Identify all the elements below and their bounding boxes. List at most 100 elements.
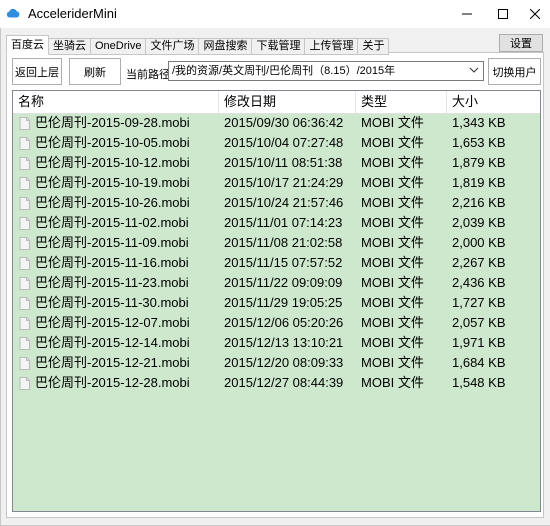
file-type: MOBI 文件 <box>361 235 424 250</box>
refresh-button[interactable]: 刷新 <box>69 58 121 85</box>
file-size: 1,971 KB <box>452 335 506 350</box>
file-name: 巴伦周刊-2015-11-30.mobi <box>35 295 189 310</box>
file-name: 巴伦周刊-2015-12-28.mobi <box>35 375 190 390</box>
file-icon <box>19 277 30 290</box>
list-body: 巴伦周刊-2015-09-28.mobi 2015/09/30 06:36:42 M… <box>13 113 540 393</box>
file-modified-date: 2015/10/11 08:51:38 <box>224 155 343 170</box>
tab-strip: 百度云 坐骑云 OneDrive 文件广场 网盘搜索 下载管理 上传管理 关于 <box>6 35 390 55</box>
tab-file-plaza[interactable]: 文件广场 <box>145 38 200 55</box>
file-modified-date: 2015/12/06 05:20:26 <box>224 315 344 330</box>
table-row[interactable]: 巴伦周刊-2015-11-16.mobi 2015/11/15 07:57:52 M… <box>13 253 540 273</box>
table-row[interactable]: 巴伦周刊-2015-10-26.mobi 2015/10/24 21:57:46 M… <box>13 193 540 213</box>
tab-upload-manager[interactable]: 上传管理 <box>304 38 359 55</box>
switch-user-button[interactable]: 切换用户 <box>488 58 541 85</box>
column-header-type[interactable]: 类型 <box>356 91 447 113</box>
file-size: 2,057 KB <box>452 315 506 330</box>
file-type: MOBI 文件 <box>361 295 424 310</box>
tab-baidu-cloud[interactable]: 百度云 <box>6 35 49 55</box>
table-row[interactable]: 巴伦周刊-2015-10-05.mobi 2015/10/04 07:27:48 M… <box>13 133 540 153</box>
file-type: MOBI 文件 <box>361 175 424 190</box>
file-type: MOBI 文件 <box>361 195 424 210</box>
file-name: 巴伦周刊-2015-11-16.mobi <box>35 255 189 270</box>
file-type: MOBI 文件 <box>361 335 424 350</box>
file-modified-date: 2015/09/30 06:36:42 <box>224 115 344 130</box>
table-row[interactable]: 巴伦周刊-2015-11-23.mobi 2015/11/22 09:09:09 M… <box>13 273 540 293</box>
file-size: 1,879 KB <box>452 155 506 170</box>
file-modified-date: 2015/11/08 21:02:58 <box>224 235 343 250</box>
file-list[interactable]: 名称 修改日期 类型 大小 巴伦周刊-2015-09-28.mobi 2015/0… <box>12 90 541 512</box>
table-row[interactable]: 巴伦周刊-2015-12-14.mobi 2015/12/13 13:10:21 M… <box>13 333 540 353</box>
column-header-name[interactable]: 名称 <box>13 91 219 113</box>
file-icon <box>19 257 30 270</box>
file-size: 2,436 KB <box>452 275 506 290</box>
table-row[interactable]: 巴伦周刊-2015-10-19.mobi 2015/10/17 21:24:29 M… <box>13 173 540 193</box>
table-row[interactable]: 巴伦周刊-2015-12-28.mobi 2015/12/27 08:44:39 M… <box>13 373 540 393</box>
file-type: MOBI 文件 <box>361 375 424 390</box>
close-button[interactable] <box>512 0 550 28</box>
path-value: /我的资源/英文周刊/巴伦周刊（8.15）/2015年 <box>172 65 396 77</box>
minimize-icon <box>462 13 472 15</box>
file-modified-date: 2015/11/22 09:09:09 <box>224 275 343 290</box>
file-name: 巴伦周刊-2015-11-09.mobi <box>35 235 189 250</box>
current-path-label: 当前路径 <box>126 69 170 81</box>
table-row[interactable]: 巴伦周刊-2015-09-28.mobi 2015/09/30 06:36:42 M… <box>13 113 540 133</box>
file-icon <box>19 137 30 150</box>
column-header-size[interactable]: 大小 <box>447 91 540 113</box>
table-row[interactable]: 巴伦周刊-2015-11-30.mobi 2015/11/29 19:05:25 M… <box>13 293 540 313</box>
file-name: 巴伦周刊-2015-11-23.mobi <box>35 275 189 290</box>
table-row[interactable]: 巴伦周刊-2015-11-02.mobi 2015/11/01 07:14:23 M… <box>13 213 540 233</box>
table-row[interactable]: 巴伦周刊-2015-11-09.mobi 2015/11/08 21:02:58 M… <box>13 233 540 253</box>
file-icon <box>19 297 30 310</box>
file-type: MOBI 文件 <box>361 215 424 230</box>
file-modified-date: 2015/10/17 21:24:29 <box>224 175 344 190</box>
title-bar: AcceleriderMini <box>0 0 550 28</box>
window-title: AcceleriderMini <box>28 6 117 21</box>
tab-zuoqi-cloud[interactable]: 坐骑云 <box>48 38 91 55</box>
file-icon <box>19 197 30 210</box>
file-type: MOBI 文件 <box>361 155 424 170</box>
list-header: 名称 修改日期 类型 大小 <box>13 91 540 114</box>
file-type: MOBI 文件 <box>361 315 424 330</box>
column-header-modified[interactable]: 修改日期 <box>219 91 356 113</box>
file-icon <box>19 377 30 390</box>
file-size: 1,548 KB <box>452 375 506 390</box>
go-up-button[interactable]: 返回上层 <box>12 58 62 85</box>
file-size: 2,267 KB <box>452 255 506 270</box>
file-modified-date: 2015/11/29 19:05:25 <box>224 295 343 310</box>
file-size: 2,216 KB <box>452 195 506 210</box>
chevron-down-icon <box>469 67 479 73</box>
file-size: 1,684 KB <box>452 355 506 370</box>
table-row[interactable]: 巴伦周刊-2015-12-07.mobi 2015/12/06 05:20:26 M… <box>13 313 540 333</box>
table-row[interactable]: 巴伦周刊-2015-10-12.mobi 2015/10/11 08:51:38 M… <box>13 153 540 173</box>
file-size: 2,000 KB <box>452 235 506 250</box>
file-icon <box>19 237 30 250</box>
settings-button[interactable]: 设置 <box>499 34 543 52</box>
close-icon <box>530 9 540 19</box>
tab-download-manager[interactable]: 下载管理 <box>251 38 306 55</box>
file-icon <box>19 357 30 370</box>
file-name: 巴伦周刊-2015-11-02.mobi <box>35 215 189 230</box>
file-name: 巴伦周刊-2015-10-26.mobi <box>35 195 190 210</box>
file-type: MOBI 文件 <box>361 135 424 150</box>
file-type: MOBI 文件 <box>361 355 424 370</box>
file-name: 巴伦周刊-2015-09-28.mobi <box>35 115 190 130</box>
file-size: 1,343 KB <box>452 115 506 130</box>
tab-about[interactable]: 关于 <box>357 38 390 55</box>
file-name: 巴伦周刊-2015-10-19.mobi <box>35 175 190 190</box>
file-modified-date: 2015/11/15 07:57:52 <box>224 255 343 270</box>
file-name: 巴伦周刊-2015-10-12.mobi <box>35 155 190 170</box>
file-type: MOBI 文件 <box>361 255 424 270</box>
maximize-icon <box>498 9 508 19</box>
file-type: MOBI 文件 <box>361 275 424 290</box>
table-row[interactable]: 巴伦周刊-2015-12-21.mobi 2015/12/20 08:09:33 M… <box>13 353 540 373</box>
file-icon <box>19 177 30 190</box>
file-modified-date: 2015/11/01 07:14:23 <box>224 215 343 230</box>
file-modified-date: 2015/10/24 21:57:46 <box>224 195 344 210</box>
file-name: 巴伦周刊-2015-10-05.mobi <box>35 135 190 150</box>
file-icon <box>19 217 30 230</box>
file-modified-date: 2015/10/04 07:27:48 <box>224 135 344 150</box>
file-icon <box>19 317 30 330</box>
tab-onedrive[interactable]: OneDrive <box>90 38 147 55</box>
path-dropdown[interactable]: /我的资源/英文周刊/巴伦周刊（8.15）/2015年 <box>168 61 484 81</box>
tab-netdisk-search[interactable]: 网盘搜索 <box>198 38 253 55</box>
